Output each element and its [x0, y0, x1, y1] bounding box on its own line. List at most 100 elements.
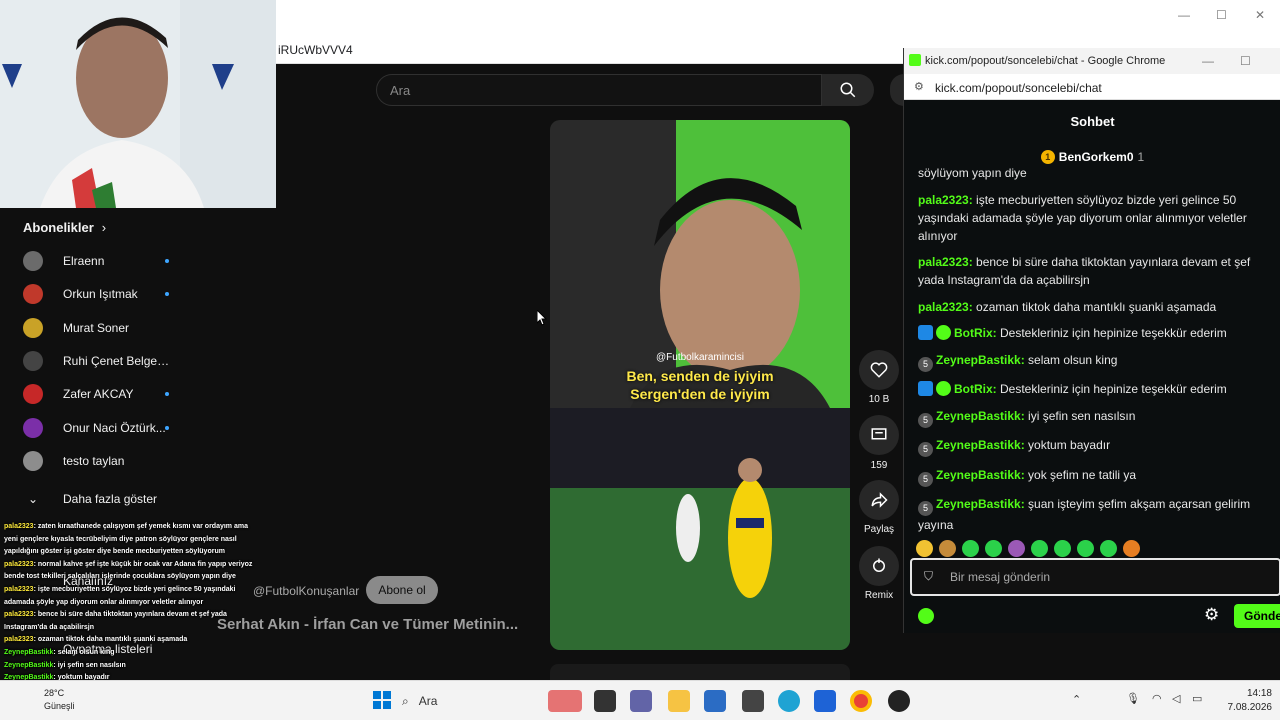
widget-news-icon[interactable]: [548, 690, 582, 712]
overlay-chat-line: adamada şöyle yap diyorum onlar alınmıyo…: [4, 597, 274, 610]
app-icon[interactable]: [742, 690, 764, 712]
comment-button[interactable]: [859, 415, 899, 455]
emote-icon[interactable]: [1077, 539, 1094, 557]
overlay-chat-line: Instagram'da da açabilirsjn: [4, 622, 274, 635]
chat-username[interactable]: ZeynepBastikk:: [936, 438, 1025, 452]
task-view-icon[interactable]: [594, 690, 616, 712]
chat-message: 5 ZeynepBastikk: iyi şefin sen nasılsın: [918, 407, 1270, 428]
minimize-icon[interactable]: —: [1178, 8, 1190, 22]
emote-icon[interactable]: [985, 539, 1002, 557]
weather-temp: 28°C: [44, 688, 65, 698]
sidebar-subscription-item[interactable]: Elraenn: [23, 246, 203, 276]
minimize-icon[interactable]: —: [1202, 54, 1214, 68]
emote-icon[interactable]: [1008, 539, 1025, 557]
overlay-chat-line: bende tost tekilleri salçalıları işlerin…: [4, 571, 274, 584]
emote-icon[interactable]: [1123, 539, 1140, 557]
chat-username[interactable]: pala2323:: [918, 255, 973, 269]
kick-k-icon[interactable]: [918, 608, 934, 624]
clock-time: 14:18: [1246, 688, 1272, 699]
new-content-dot: [165, 292, 169, 297]
sidebar-subscription-item[interactable]: Murat Soner: [23, 313, 203, 343]
microphone-icon[interactable]: 🎙: [1126, 692, 1140, 705]
site-info-icon[interactable]: ⚙: [914, 80, 924, 93]
emote-icon[interactable]: [1031, 539, 1048, 557]
emote-icon[interactable]: [1100, 539, 1117, 557]
emote-icon[interactable]: [916, 539, 933, 557]
chat-username[interactable]: pala2323:: [918, 193, 973, 207]
send-button[interactable]: Gönder: [1234, 604, 1280, 628]
chat-text: Destekleriniz için hepinize teşekkür ede…: [996, 326, 1227, 340]
sidebar-subscription-item[interactable]: Ruhi Çenet Belgese...: [23, 346, 203, 376]
chevron-right-icon: ›: [101, 220, 107, 235]
avatar: [23, 350, 43, 371]
chat-username[interactable]: ZeynepBastikk:: [936, 409, 1025, 423]
battery-icon[interactable]: ▭: [1192, 692, 1202, 705]
emote-icon[interactable]: [1054, 539, 1071, 557]
volume-icon[interactable]: ◁: [1172, 692, 1180, 705]
overlay-chat-text: Instagram'da da açabilirsjn: [4, 623, 94, 631]
taskbar-clock[interactable]: 14:18 7.08.2026: [1222, 687, 1273, 715]
chat-message-input[interactable]: ⛉ Bir mesaj gönderin: [910, 558, 1280, 596]
next-short-preview[interactable]: [550, 664, 850, 680]
kick-address-bar[interactable]: ⚙ kick.com/popout/soncelebi/chat: [904, 74, 1280, 100]
show-more-button[interactable]: ⌄ Daha fazla göster: [23, 484, 203, 514]
sidebar-subscription-item[interactable]: Onur Naci Öztürk...: [23, 413, 203, 443]
settings-gear-icon[interactable]: ⚙: [1204, 605, 1219, 625]
subscriber-badge-icon: 5: [918, 356, 933, 372]
overlay-chat-text: : işte mecburiyetten söylüyoz bizde yeri…: [33, 585, 236, 593]
emote-icon[interactable]: [962, 539, 979, 557]
chat-username[interactable]: pala2323:: [918, 300, 973, 314]
screen: — ☐ ✕ iRUcWbVVV4 Ara Abonelikler › Elraen…: [0, 0, 1280, 720]
maximize-icon[interactable]: ☐: [1216, 8, 1227, 22]
chat-message: 5 ZeynepBastikk: şuan işteyim şefim akşam…: [918, 495, 1270, 534]
remix-button[interactable]: [859, 546, 899, 586]
youtube-search-button[interactable]: [822, 74, 874, 106]
like-button[interactable]: [859, 350, 899, 390]
file-explorer-icon[interactable]: [668, 690, 690, 712]
shield-icon: ⛉: [924, 569, 934, 583]
overlay-chat-user: pala2323: [4, 611, 34, 619]
chrome-icon[interactable]: [850, 690, 872, 712]
overlay-chat-user: pala2323: [4, 636, 34, 644]
weather-widget[interactable]: 28°C Güneşli: [44, 687, 75, 713]
chat-username[interactable]: ZeynepBastikk:: [936, 468, 1025, 482]
sidebar-subscription-item[interactable]: Zafer AKCAY: [23, 379, 203, 409]
short-video-player[interactable]: @Futbolkaramincisi Ben, senden de iyiyim…: [550, 120, 850, 650]
chat-message: 5 ZeynepBastikk: selam olsun king: [918, 351, 1270, 372]
youtube-search-input[interactable]: Ara: [376, 74, 822, 106]
wifi-icon[interactable]: ◠: [1152, 692, 1162, 705]
chat-text: selam olsun king: [1024, 352, 1118, 367]
new-content-dot: [165, 259, 169, 263]
subscribe-button[interactable]: Abone ol: [366, 576, 438, 604]
overlay-chat-text: yapıldığını göster işi göster diye bende…: [4, 548, 225, 556]
chat-username[interactable]: ZeynepBastikk:: [936, 353, 1025, 367]
chat-username[interactable]: ZeynepBastikk:: [936, 497, 1025, 511]
avatar: [23, 251, 43, 271]
edge-icon[interactable]: [778, 690, 800, 712]
maximize-icon[interactable]: ☐: [1240, 54, 1251, 68]
chat-username[interactable]: BotRix:: [954, 382, 997, 396]
sidebar-subscription-item[interactable]: testo taylan: [23, 446, 203, 476]
chat-username[interactable]: BotRix:: [954, 326, 997, 340]
overlay-chat-line: pala2323: ozaman tiktok daha mantıklı şu…: [4, 634, 274, 647]
share-icon: [871, 492, 888, 508]
taskbar-search[interactable]: ⌕ Ara: [402, 688, 542, 714]
obs-icon[interactable]: [888, 690, 910, 712]
kick-window-titlebar: kick.com/popout/soncelebi/chat - Google …: [904, 48, 1280, 74]
store-icon[interactable]: [704, 690, 726, 712]
heart-icon: [870, 362, 888, 378]
close-icon[interactable]: ✕: [1255, 8, 1265, 22]
subscriptions-header[interactable]: Abonelikler ›: [23, 220, 106, 235]
chevron-up-icon[interactable]: ⌃: [1072, 693, 1081, 706]
teams-icon[interactable]: [630, 690, 652, 712]
subscriber-badge-icon: 5: [918, 442, 933, 457]
overlay-chat-line: yeni gençlere kıyasla tecrübeliyim diye …: [4, 534, 274, 547]
emote-icon[interactable]: [939, 539, 956, 557]
chat-messages: söylüyom yapın diye pala2323: işte mecbur…: [918, 164, 1270, 542]
share-button[interactable]: [859, 480, 899, 520]
editor-icon[interactable]: [814, 690, 836, 712]
video-watermark: @Futbolkaramincisi: [656, 352, 744, 363]
pinned-count: 1: [1137, 150, 1145, 164]
windows-start-icon[interactable]: [372, 690, 392, 710]
sidebar-subscription-item[interactable]: Orkun Işıtmak: [23, 279, 203, 309]
